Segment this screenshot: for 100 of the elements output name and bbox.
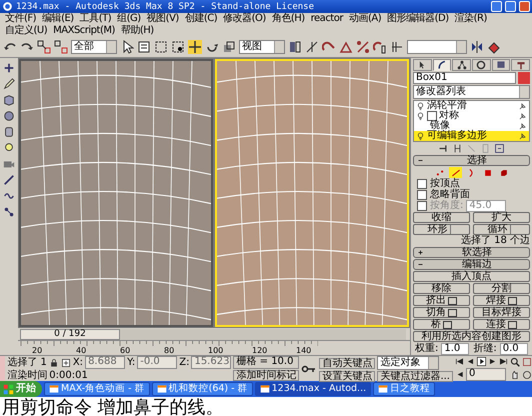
object-color-swatch[interactable]	[518, 72, 530, 84]
taskbar-button[interactable]: 1234.max - Autod...	[254, 382, 372, 396]
checkbox-option[interactable]: 忽略背面	[413, 190, 530, 200]
system-icon[interactable]	[3, 206, 15, 218]
key-mode-dropdown[interactable]: 选定对象	[377, 356, 440, 370]
go-to-start-icon[interactable]	[455, 356, 464, 366]
play-icon[interactable]	[477, 356, 486, 366]
minus-icon[interactable]	[417, 261, 424, 268]
modifier-list-dropdown[interactable]: 修改器列表	[413, 85, 530, 99]
taskbar-button[interactable]: 日之教程	[373, 382, 436, 396]
selection-button[interactable]: 循环	[473, 224, 530, 235]
panel-tab[interactable]	[413, 59, 432, 71]
selection-button[interactable]: 收缩	[413, 212, 470, 223]
coordinate-field[interactable]: 8.688	[85, 356, 126, 370]
percent-snap-icon[interactable]	[356, 40, 370, 54]
select-by-name-icon[interactable]	[137, 40, 151, 54]
window-crossing-icon[interactable]	[171, 40, 185, 54]
minimize-button[interactable]	[491, 1, 502, 12]
menu-item[interactable]: 文件(F)	[2, 13, 40, 25]
light-icon[interactable]	[3, 142, 15, 154]
configure-sets-icon[interactable]	[494, 143, 505, 154]
panel-tab[interactable]	[492, 59, 510, 71]
auto-key-button[interactable]: 自动关键点	[319, 358, 376, 368]
sphere-icon[interactable]	[3, 110, 15, 122]
key-mode-icon[interactable]	[455, 370, 464, 378]
menu-item[interactable]: 渲染(R)	[452, 13, 490, 25]
pin-icon[interactable]	[518, 112, 527, 120]
modifier-stack-item[interactable]: 涡轮平滑	[414, 101, 529, 111]
pin-icon[interactable]	[518, 122, 527, 130]
photo-placeholder[interactable]	[19, 59, 213, 327]
selection-button[interactable]: 扩大	[473, 212, 530, 223]
slider-thumb[interactable]: 0 / 192	[20, 328, 120, 340]
panel-tab[interactable]	[452, 59, 472, 71]
time-slider[interactable]: 0 / 192	[20, 328, 406, 340]
expand-toggle-icon[interactable]	[427, 111, 437, 121]
menu-item[interactable]: 创建(C)	[182, 13, 220, 25]
selection-filter-dropdown[interactable]: 全部	[71, 40, 117, 54]
orbit-icon[interactable]	[522, 370, 532, 380]
edit-edge-button[interactable]: 利用所选内容创建图形	[413, 331, 530, 342]
menu-item[interactable]: 工具(T)	[76, 13, 114, 25]
show-end-result-icon[interactable]	[452, 143, 463, 154]
rollout-header[interactable]: 软选择	[413, 247, 530, 258]
rollout-header[interactable]: 编辑边	[413, 259, 530, 270]
menu-item[interactable]: MAXScript(M)	[50, 25, 118, 37]
menu-item[interactable]: 修改器(O)	[220, 13, 269, 25]
named-selection-icon[interactable]	[390, 40, 404, 54]
menu-item[interactable]: 动画(A)	[346, 13, 384, 25]
pin-icon[interactable]	[518, 102, 527, 110]
menu-item[interactable]: 自定义(U)	[2, 25, 50, 37]
cylinder-icon[interactable]	[3, 126, 15, 138]
menu-item[interactable]: 组(G)	[114, 13, 144, 25]
menu-item[interactable]: 帮助(H)	[118, 25, 157, 37]
angle-snap-icon[interactable]	[339, 40, 353, 54]
pin-icon[interactable]	[518, 132, 527, 140]
bulb-icon[interactable]	[416, 132, 425, 140]
coordinate-field[interactable]: 15.623	[191, 356, 232, 370]
set-key-button[interactable]: 设置关键点	[319, 371, 376, 382]
bulb-icon[interactable]	[416, 102, 425, 110]
panel-tab[interactable]	[472, 59, 491, 71]
frame-field[interactable]: 0	[466, 368, 506, 380]
pin-stack-icon[interactable]	[438, 143, 449, 154]
bulb-icon[interactable]	[416, 112, 425, 120]
minus-icon[interactable]	[417, 157, 424, 164]
pivot-icon[interactable]	[288, 40, 302, 54]
absolute-mode-icon[interactable]	[60, 358, 71, 368]
edit-edge-button[interactable]: 切角	[413, 307, 470, 318]
link-icon[interactable]	[37, 40, 51, 54]
unlink-icon[interactable]	[54, 40, 68, 54]
add-time-tag-button[interactable]: 添加时间标记	[233, 370, 300, 381]
zoom-icon[interactable]	[510, 357, 520, 367]
coordinate-field[interactable]: -0.0	[137, 356, 178, 370]
go-to-end-icon[interactable]	[499, 356, 508, 366]
key-filters-button[interactable]: 关键点过滤器...	[377, 371, 453, 382]
edit-edge-button[interactable]: 连接	[473, 319, 530, 330]
menu-item[interactable]: 角色(H)	[268, 13, 308, 25]
edit-edge-button[interactable]: 焊接	[473, 295, 530, 306]
scale-icon[interactable]	[222, 40, 236, 54]
helper-icon[interactable]	[3, 174, 15, 186]
close-button[interactable]	[519, 1, 530, 12]
mirror-icon[interactable]	[470, 40, 484, 54]
menu-item[interactable]: 图形编辑器(D)	[384, 13, 452, 25]
create-icon[interactable]	[3, 62, 15, 74]
menu-item[interactable]: 编辑(E)	[39, 13, 77, 25]
edit-edge-button[interactable]: 挤出	[413, 295, 470, 306]
subobject-button[interactable]	[449, 167, 462, 178]
maximize-button[interactable]	[505, 1, 516, 12]
region-select-icon[interactable]	[154, 40, 168, 54]
menu-item[interactable]: reactor	[308, 13, 346, 25]
lock-icon[interactable]	[48, 358, 59, 368]
edit-edge-button[interactable]: 目标焊接	[473, 307, 530, 318]
cube-icon[interactable]	[3, 94, 15, 106]
modifier-stack-item[interactable]: 镜像	[414, 121, 529, 131]
start-button[interactable]: 开始	[0, 381, 42, 397]
object-name-field[interactable]: Box01	[413, 72, 516, 84]
align-icon[interactable]	[487, 40, 501, 54]
spinner-field[interactable]: 1.0	[441, 343, 470, 355]
taskbar-button[interactable]: 机和数控(64) - 群	[152, 382, 253, 396]
named-selection-dropdown[interactable]	[407, 40, 467, 54]
edit-edge-button[interactable]: 分割	[473, 283, 530, 294]
checkbox-option[interactable]: 按顶点	[413, 179, 530, 189]
